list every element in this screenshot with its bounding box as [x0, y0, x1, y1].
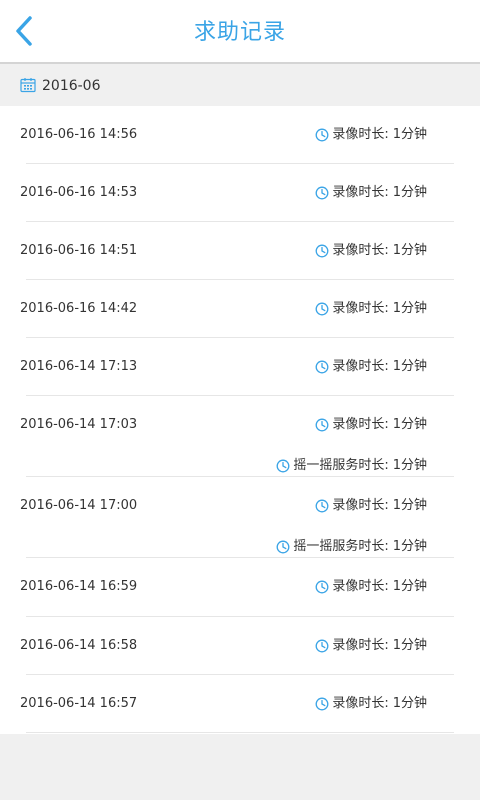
record-row[interactable]: 2016-06-16 14:42 录像时长: 1分钟	[0, 280, 480, 338]
clock-icon	[315, 128, 329, 142]
detail-label: 录像时长:	[332, 696, 389, 711]
clock-icon	[315, 639, 329, 653]
record-time: 2016-06-16 14:51	[20, 243, 138, 258]
detail-value: 1分钟	[392, 539, 427, 554]
record-row[interactable]: 2016-06-16 14:56 录像时长: 1分钟	[0, 106, 480, 164]
month-header: 2016-06	[0, 64, 480, 106]
record-row[interactable]: 2016-06-14 16:59 录像时长: 1分钟	[0, 558, 480, 617]
record-time: 2016-06-14 17:13	[20, 359, 138, 374]
record-row[interactable]: 2016-06-14 16:58 录像时长: 1分钟	[0, 617, 480, 675]
detail-value: 1分钟	[392, 359, 427, 374]
calendar-icon	[20, 78, 36, 93]
clock-icon	[315, 697, 329, 711]
record-detail: 录像时长: 1分钟	[315, 185, 427, 201]
record-row[interactable]: 2016-06-14 17:03 录像时长: 1分钟 摇一摇服务时长: 1分钟	[0, 396, 480, 477]
detail-label: 录像时长:	[332, 301, 389, 316]
detail-value: 1分钟	[392, 185, 427, 200]
record-detail: 录像时长: 1分钟	[315, 301, 427, 317]
clock-icon	[315, 302, 329, 316]
record-time: 2016-06-14 17:03	[20, 417, 138, 432]
record-detail: 录像时长: 1分钟	[315, 696, 427, 712]
row-divider	[26, 732, 454, 733]
detail-value: 1分钟	[392, 417, 427, 432]
detail-label: 录像时长:	[332, 243, 389, 258]
record-detail: 录像时长: 1分钟	[315, 638, 427, 654]
clock-icon	[315, 580, 329, 594]
clock-icon	[276, 459, 290, 473]
record-time: 2016-06-16 14:56	[20, 127, 138, 142]
record-detail: 摇一摇服务时长: 1分钟	[276, 458, 427, 474]
detail-label: 录像时长:	[332, 638, 389, 653]
detail-label: 录像时长:	[332, 579, 389, 594]
record-time: 2016-06-14 16:58	[20, 638, 138, 653]
record-time: 2016-06-14 17:00	[20, 498, 138, 513]
detail-value: 1分钟	[392, 638, 427, 653]
detail-value: 1分钟	[392, 127, 427, 142]
detail-value: 1分钟	[392, 301, 427, 316]
record-row[interactable]: 2016-06-14 17:00 录像时长: 1分钟 摇一摇服务时长: 1分钟	[0, 477, 480, 558]
detail-label: 录像时长:	[332, 498, 389, 513]
record-row[interactable]: 2016-06-14 16:57 录像时长: 1分钟	[0, 675, 480, 733]
header-bar: 求助记录	[0, 0, 480, 64]
clock-icon	[276, 540, 290, 554]
detail-value: 1分钟	[392, 696, 427, 711]
detail-label: 录像时长:	[332, 127, 389, 142]
clock-icon	[315, 360, 329, 374]
detail-value: 1分钟	[392, 458, 427, 473]
record-row[interactable]: 2016-06-14 17:13 录像时长: 1分钟	[0, 338, 480, 396]
detail-label: 录像时长:	[332, 417, 389, 432]
record-detail: 摇一摇服务时长: 1分钟	[276, 539, 427, 555]
clock-icon	[315, 499, 329, 513]
detail-value: 1分钟	[392, 579, 427, 594]
detail-label: 录像时长:	[332, 185, 389, 200]
detail-label: 摇一摇服务时长:	[293, 458, 389, 473]
record-row[interactable]: 2016-06-16 14:51 录像时长: 1分钟	[0, 222, 480, 280]
page-title: 求助记录	[193, 20, 286, 45]
clock-icon	[315, 418, 329, 432]
record-detail: 录像时长: 1分钟	[315, 498, 427, 514]
record-time: 2016-06-16 14:42	[20, 301, 138, 316]
record-detail: 录像时长: 1分钟	[315, 417, 427, 433]
record-time: 2016-06-14 16:59	[20, 579, 138, 594]
clock-icon	[315, 186, 329, 200]
record-detail: 录像时长: 1分钟	[315, 359, 427, 375]
record-list: 2016-06-16 14:56 录像时长: 1分钟 2016-06-16 14:53…	[0, 106, 480, 734]
detail-value: 1分钟	[392, 498, 427, 513]
record-detail: 录像时长: 1分钟	[315, 127, 427, 143]
record-row[interactable]: 2016-06-16 14:53 录像时长: 1分钟	[0, 164, 480, 222]
month-label: 2016-06	[42, 78, 101, 94]
record-detail: 录像时长: 1分钟	[315, 243, 427, 259]
detail-value: 1分钟	[392, 243, 427, 258]
clock-icon	[315, 244, 329, 258]
record-detail: 录像时长: 1分钟	[315, 579, 427, 595]
record-time: 2016-06-14 16:57	[20, 696, 138, 711]
detail-label: 摇一摇服务时长:	[293, 539, 389, 554]
detail-label: 录像时长:	[332, 359, 389, 374]
record-time: 2016-06-16 14:53	[20, 185, 138, 200]
